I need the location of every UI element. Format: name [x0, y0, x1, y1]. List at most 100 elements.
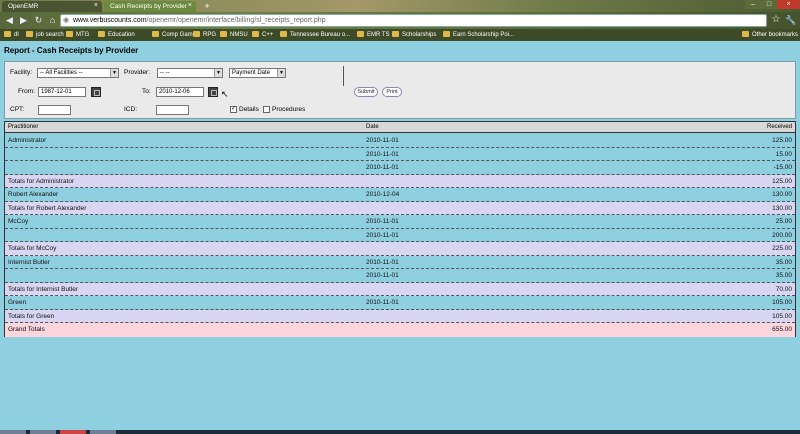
new-tab-button[interactable]: +	[200, 1, 214, 11]
report-filters: Facility: -- All Facilities -- ▼ Provide…	[4, 61, 796, 119]
browser-tab-openemr[interactable]: OpenEMR ×	[2, 1, 102, 12]
folder-icon	[742, 31, 749, 37]
icd-input[interactable]	[156, 105, 189, 115]
close-tab-icon[interactable]: ×	[188, 2, 192, 9]
practitioner-cell: Totals for Green	[8, 312, 55, 320]
from-date-input[interactable]: 1987-12-01	[38, 87, 86, 97]
practitioner-cell: Grand Totals	[8, 326, 45, 333]
calendar-icon[interactable]	[91, 87, 101, 97]
amount-cell: 70.00	[775, 285, 792, 293]
amount-cell: 35.00	[775, 258, 792, 266]
bookmark-item[interactable]: job search	[26, 30, 64, 40]
folder-icon	[392, 31, 399, 37]
icd-label: ICD:	[124, 106, 137, 113]
browser-toolbar: ◀ ▶ ↻ ⌂ ◉ www.verbuscounts.com/openemr/o…	[0, 12, 800, 29]
bookmark-item[interactable]: MTG	[66, 30, 89, 40]
maximize-window-button[interactable]: □	[761, 0, 777, 9]
folder-icon	[193, 31, 200, 37]
amount-cell: 35.00	[775, 272, 792, 279]
bookmark-item[interactable]: NMSU	[220, 30, 248, 40]
amount-cell: 125.00	[772, 137, 792, 144]
date-cell: 2010-11-01	[366, 218, 399, 225]
facility-select[interactable]: -- All Facilities -- ▼	[37, 68, 119, 78]
print-button[interactable]: Print	[382, 87, 402, 97]
folder-icon	[220, 31, 227, 37]
bookmark-item[interactable]: C++	[252, 30, 273, 40]
bookmark-item[interactable]: Scholarships	[392, 30, 436, 40]
column-header-received: Received	[766, 124, 792, 130]
taskbar-item[interactable]	[30, 430, 56, 434]
taskbar-item[interactable]	[90, 430, 116, 434]
folder-icon	[152, 31, 159, 37]
browser-tab-cash-receipts[interactable]: Cash Receipts by Provider ×	[104, 1, 196, 12]
cpt-input[interactable]	[38, 105, 71, 115]
url-path: /openemr/openemr/interface/billing/sl_re…	[146, 17, 326, 24]
to-label: To:	[142, 88, 151, 95]
folder-icon	[26, 31, 33, 37]
minimize-window-button[interactable]: –	[745, 0, 761, 9]
cpt-label: CPT:	[10, 106, 25, 113]
practitioner-cell: Totals for Administrator	[8, 177, 75, 185]
from-label: From:	[18, 88, 35, 95]
date-cell: 2010-11-01	[366, 299, 399, 306]
close-tab-icon[interactable]: ×	[94, 2, 98, 9]
table-row: 2010-11-01 15.00	[5, 147, 795, 161]
amount-cell: 105.00	[772, 312, 792, 320]
amount-cell: 25.00	[775, 218, 792, 225]
submit-button[interactable]: Submit	[354, 87, 378, 97]
provider-select[interactable]: -- -- ▼	[157, 68, 223, 78]
practitioner-cell: Internist Butler	[8, 258, 50, 266]
practitioner-cell: Administrator	[8, 137, 47, 144]
wrench-menu-icon[interactable]: 🔧	[785, 14, 797, 26]
table-row: 2010-11-01 35.00	[5, 269, 795, 283]
bookmark-item[interactable]: Comp Game	[152, 30, 196, 40]
reload-icon[interactable]: ↻	[33, 15, 44, 26]
taskbar-start[interactable]	[0, 430, 26, 434]
bookmark-star-icon[interactable]: ☆	[770, 14, 782, 26]
practitioner-cell: Totals for Internist Butler	[8, 285, 79, 293]
bookmark-item[interactable]: dl	[4, 30, 19, 40]
details-checkbox[interactable]: ✓	[230, 106, 237, 113]
home-icon[interactable]: ⌂	[47, 15, 58, 26]
taskbar-item[interactable]	[60, 430, 86, 434]
date-cell: 2010-11-01	[366, 272, 399, 279]
grand-total-row: Grand Totals 655.00	[5, 323, 795, 337]
subtotal-row: Totals for Green 105.00	[5, 309, 795, 323]
date-cell: 2010-11-01	[366, 258, 399, 266]
amount-cell: 105.00	[772, 299, 792, 306]
bookmark-item[interactable]: RPG	[193, 30, 216, 40]
amount-cell: 225.00	[772, 245, 792, 252]
chevron-down-icon: ▼	[277, 69, 285, 77]
page-icon: ◉	[63, 17, 70, 24]
amount-cell: 130.00	[772, 191, 792, 198]
facility-label: Facility:	[10, 69, 33, 76]
table-header: Practitioner Date Received	[5, 122, 795, 133]
table-row: 2010-11-01 200.00	[5, 228, 795, 242]
calendar-icon[interactable]	[208, 87, 218, 97]
table-row: Administrator 2010-11-01 125.00	[5, 134, 795, 148]
forward-arrow-icon[interactable]: ▶	[18, 15, 29, 26]
bookmark-item[interactable]: EMR TS	[357, 30, 390, 40]
bookmark-item[interactable]: Education	[98, 30, 135, 40]
table-row: McCoy 2010-11-01 25.00	[5, 215, 795, 229]
address-bar[interactable]: ◉ www.verbuscounts.com/openemr/openemr/i…	[60, 14, 767, 27]
folder-icon	[98, 31, 105, 37]
subtotal-row: Totals for Robert Alexander 130.00	[5, 201, 795, 215]
back-arrow-icon[interactable]: ◀	[4, 15, 15, 26]
divider	[343, 66, 344, 86]
other-bookmarks[interactable]: Other bookmarks	[742, 30, 798, 40]
to-date-input[interactable]: 2010-12-06	[156, 87, 204, 97]
procedures-checkbox[interactable]	[263, 106, 270, 113]
mouse-cursor-icon: ↖	[221, 89, 229, 99]
close-window-button[interactable]: ×	[777, 0, 800, 9]
table-row: Green 2010-11-01 105.00	[5, 296, 795, 310]
practitioner-cell: Green	[8, 299, 27, 306]
amount-cell: 125.00	[772, 177, 792, 185]
bookmark-item[interactable]: Earn Scholarship Poi...	[443, 30, 514, 40]
date-type-select[interactable]: Payment Date ▼	[229, 68, 286, 78]
receipts-table: Practitioner Date Received Administrator…	[4, 121, 796, 337]
bookmark-item[interactable]: Tennessee Bureau o...	[280, 30, 350, 40]
bookmarks-bar: dl job search MTG Education Comp Game RP…	[0, 29, 800, 41]
date-cell: 2010-11-01	[366, 150, 399, 158]
folder-icon	[443, 31, 450, 37]
